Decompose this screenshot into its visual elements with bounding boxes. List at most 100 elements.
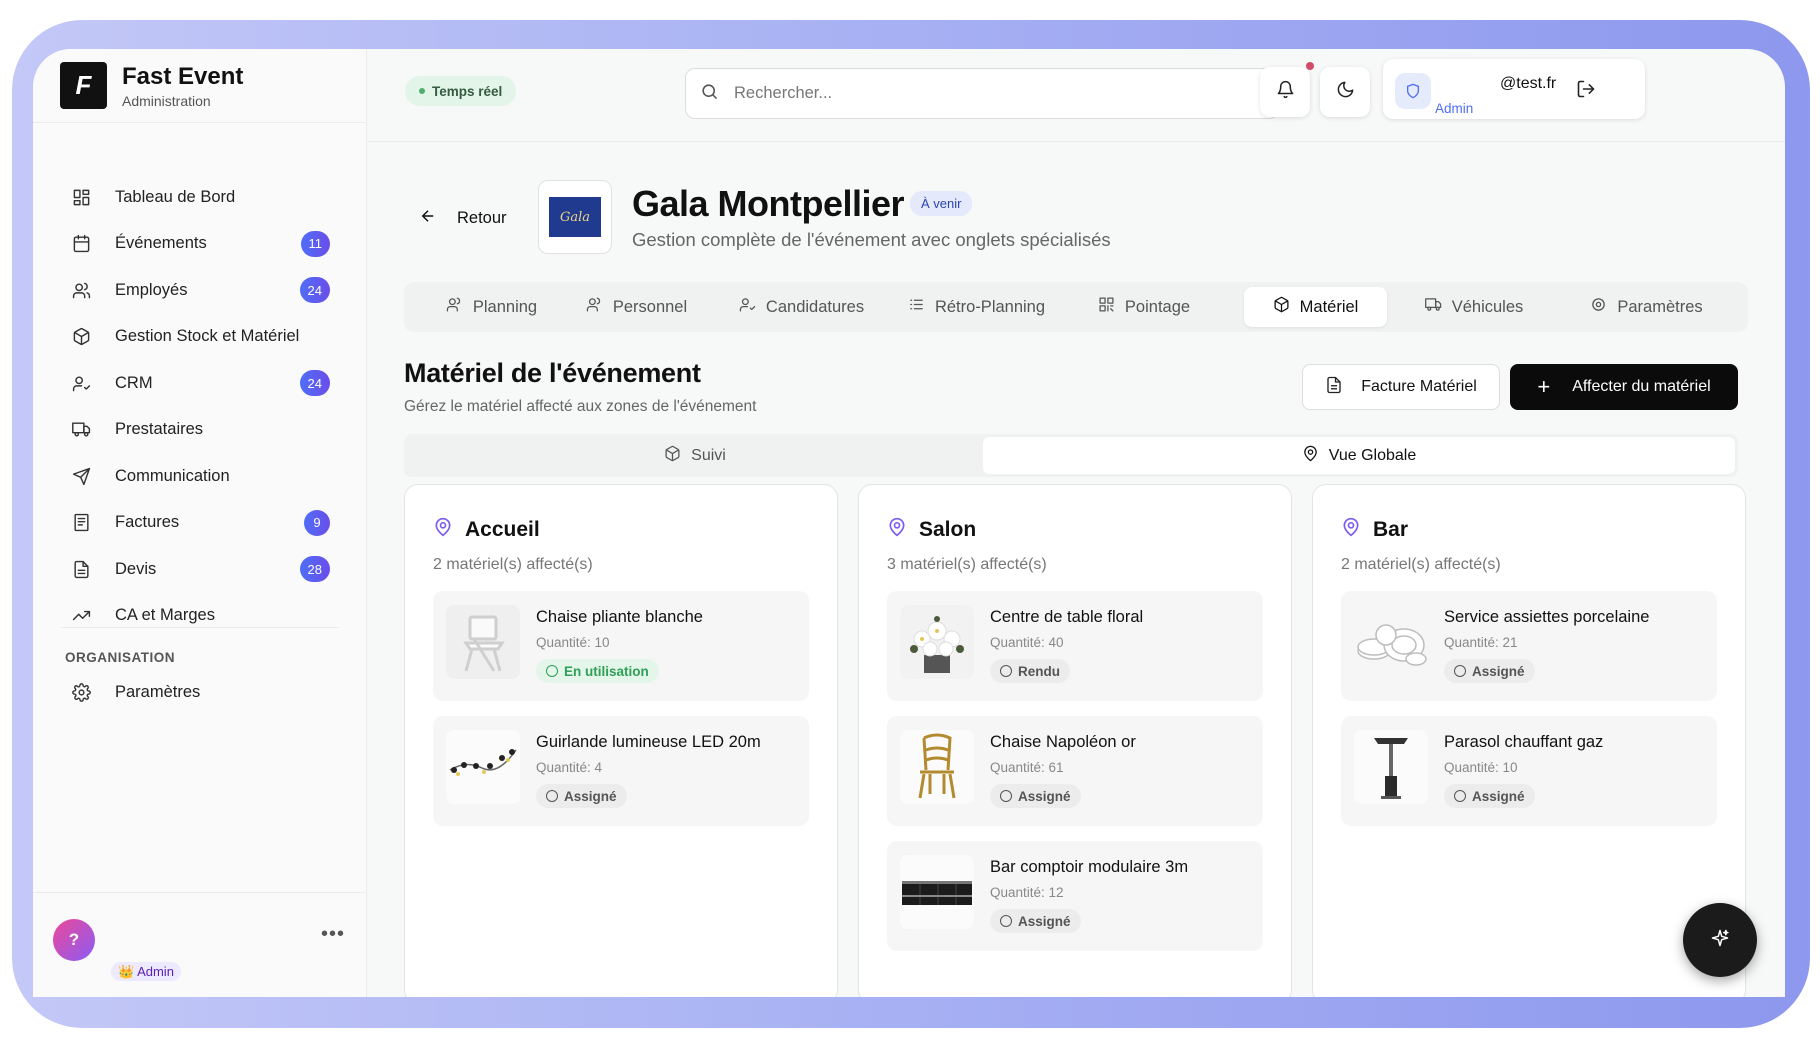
back-button[interactable]: Retour bbox=[419, 207, 507, 230]
user-menu[interactable]: Admin @test.fr bbox=[1383, 59, 1645, 119]
search-box[interactable] bbox=[685, 68, 1279, 119]
tab-vehicules[interactable]: Véhicules bbox=[1394, 287, 1554, 327]
logout-icon[interactable] bbox=[1576, 79, 1598, 101]
button-label: Facture Matériel bbox=[1361, 378, 1477, 395]
ai-assistant-button[interactable] bbox=[1683, 903, 1757, 977]
search-input[interactable] bbox=[734, 84, 1234, 103]
subtab-vue-globale[interactable]: Vue Globale bbox=[983, 437, 1735, 474]
gear-icon bbox=[71, 682, 91, 702]
sidebar-item-employees[interactable]: Employés 24 bbox=[33, 267, 367, 314]
sidebar-item-providers[interactable]: Prestataires bbox=[33, 407, 367, 454]
tab-personnel[interactable]: Personnel bbox=[559, 287, 714, 327]
user-check-icon bbox=[71, 373, 91, 393]
app-window: F Fast Event Administration Tableau de B… bbox=[33, 49, 1785, 997]
zone-name: Salon bbox=[919, 517, 977, 541]
material-item[interactable]: Centre de table floral Quantité: 40 Rend… bbox=[887, 591, 1263, 701]
zone-count: 2 matériel(s) affecté(s) bbox=[433, 556, 593, 573]
plus-icon: + bbox=[1537, 374, 1551, 399]
led-garland-image bbox=[446, 730, 520, 804]
sidebar-item-quotes[interactable]: Devis 28 bbox=[33, 546, 367, 593]
status-badge: Assigné bbox=[536, 784, 627, 808]
notifications-button[interactable] bbox=[1260, 62, 1314, 117]
status-circle-icon bbox=[546, 790, 558, 802]
truck-icon bbox=[71, 420, 91, 440]
sidebar-item-communication[interactable]: Communication bbox=[33, 453, 367, 500]
page-subtitle: Gestion complète de l'événement avec ong… bbox=[632, 229, 1111, 250]
bell-icon bbox=[1276, 80, 1295, 104]
assign-material-button[interactable]: + Affecter du matériel bbox=[1510, 364, 1738, 410]
topbar: Temps réel Admin @test.fr bbox=[367, 49, 1785, 142]
sidebar-item-label: Tableau de Bord bbox=[115, 187, 236, 206]
sidebar-item-crm[interactable]: CRM 24 bbox=[33, 360, 367, 407]
sidebar-item-invoices[interactable]: Factures 9 bbox=[33, 500, 367, 547]
material-item[interactable]: Chaise Napoléon or Quantité: 61 Assigné bbox=[887, 716, 1263, 826]
tab-retro-planning[interactable]: Rétro-Planning bbox=[889, 287, 1064, 327]
count-badge: 9 bbox=[304, 509, 330, 536]
tab-label: Personnel bbox=[612, 297, 688, 316]
material-item[interactable]: Guirlande lumineuse LED 20m Quantité: 4 … bbox=[433, 716, 809, 826]
material-item[interactable]: Service assiettes porcelaine Quantité: 2… bbox=[1341, 591, 1717, 701]
sidebar-item-revenue[interactable]: CA et Marges bbox=[33, 593, 367, 640]
tab-pointage[interactable]: Pointage bbox=[1064, 287, 1224, 327]
sidebar-item-label: CRM bbox=[115, 373, 153, 392]
tab-materiel[interactable]: Matériel bbox=[1244, 287, 1387, 327]
more-options-button[interactable]: ••• bbox=[321, 923, 345, 946]
map-pin-icon bbox=[887, 517, 919, 542]
users-icon bbox=[446, 296, 473, 318]
brand-subtitle: Administration bbox=[122, 92, 211, 109]
sidebar-item-events[interactable]: Événements 11 bbox=[33, 221, 367, 268]
theme-toggle-button[interactable] bbox=[1320, 67, 1370, 117]
zone-count: 3 matériel(s) affecté(s) bbox=[887, 556, 1047, 573]
status-badge: En utilisation bbox=[536, 659, 659, 683]
status-label: Rendu bbox=[1018, 663, 1060, 679]
status-circle-icon bbox=[1454, 665, 1466, 677]
material-item[interactable]: Bar comptoir modulaire 3m Quantité: 12 A… bbox=[887, 841, 1263, 951]
sidebar-item-stock[interactable]: Gestion Stock et Matériel bbox=[33, 314, 367, 361]
box-icon bbox=[664, 445, 691, 467]
sidebar-item-settings[interactable]: Paramètres bbox=[33, 669, 367, 716]
tab-parametres[interactable]: Paramètres bbox=[1564, 287, 1729, 327]
sidebar-item-dashboard[interactable]: Tableau de Bord bbox=[33, 174, 367, 221]
item-name: Bar comptoir modulaire 3m bbox=[990, 858, 1189, 876]
material-invoice-button[interactable]: Facture Matériel bbox=[1302, 364, 1500, 410]
tab-candidatures[interactable]: Candidatures bbox=[714, 287, 889, 327]
sidebar-item-label: Devis bbox=[115, 559, 157, 578]
section-title: ORGANISATION bbox=[65, 650, 175, 665]
page-title: Gala Montpellier bbox=[632, 183, 905, 224]
status-badge: Assigné bbox=[990, 784, 1081, 808]
brand-name: Fast Event bbox=[122, 62, 244, 90]
material-item[interactable]: Chaise pliante blanche Quantité: 10 En u… bbox=[433, 591, 809, 701]
item-name: Parasol chauffant gaz bbox=[1444, 733, 1604, 751]
tab-label: Véhicules bbox=[1451, 297, 1524, 316]
item-name: Chaise Napoléon or bbox=[990, 733, 1136, 751]
zone-card: Bar 2 matériel(s) affecté(s) Service ass… bbox=[1312, 484, 1746, 997]
event-thumbnail: Gala bbox=[538, 180, 612, 254]
heater-image bbox=[1354, 730, 1428, 804]
material-item[interactable]: Parasol chauffant gaz Quantité: 10 Assig… bbox=[1341, 716, 1717, 826]
brand[interactable]: F Fast Event Administration bbox=[60, 62, 243, 109]
section-subtitle: Gérez le matériel affecté aux zones de l… bbox=[404, 398, 757, 415]
live-label: Temps réel bbox=[432, 83, 503, 99]
sidebar-item-label: Paramètres bbox=[115, 682, 201, 701]
qr-icon bbox=[1098, 296, 1125, 318]
calendar-icon bbox=[71, 234, 91, 254]
count-badge: 28 bbox=[299, 556, 330, 583]
status-circle-icon bbox=[1000, 790, 1012, 802]
gear-icon bbox=[1590, 296, 1617, 318]
help-button[interactable]: ? bbox=[53, 919, 95, 961]
status-label: Assigné bbox=[1472, 663, 1525, 679]
status-badge: Assigné bbox=[1444, 784, 1535, 808]
section-title: Matériel de l'événement bbox=[404, 358, 701, 388]
tab-planning[interactable]: Planning bbox=[414, 287, 569, 327]
item-quantity: Quantité: 10 bbox=[536, 635, 610, 650]
sidebar-item-label: Prestataires bbox=[115, 420, 204, 439]
white-chair-image bbox=[446, 605, 520, 679]
status-circle-icon bbox=[546, 665, 558, 677]
zone-card: Salon 3 matériel(s) affecté(s) Centre de… bbox=[858, 484, 1292, 997]
list-icon bbox=[908, 296, 935, 318]
map-pin-icon bbox=[1302, 445, 1329, 467]
subtab-suivi[interactable]: Suivi bbox=[407, 437, 983, 474]
tab-label: Paramètres bbox=[1617, 297, 1703, 316]
item-quantity: Quantité: 12 bbox=[990, 885, 1064, 900]
box-icon bbox=[71, 327, 91, 347]
